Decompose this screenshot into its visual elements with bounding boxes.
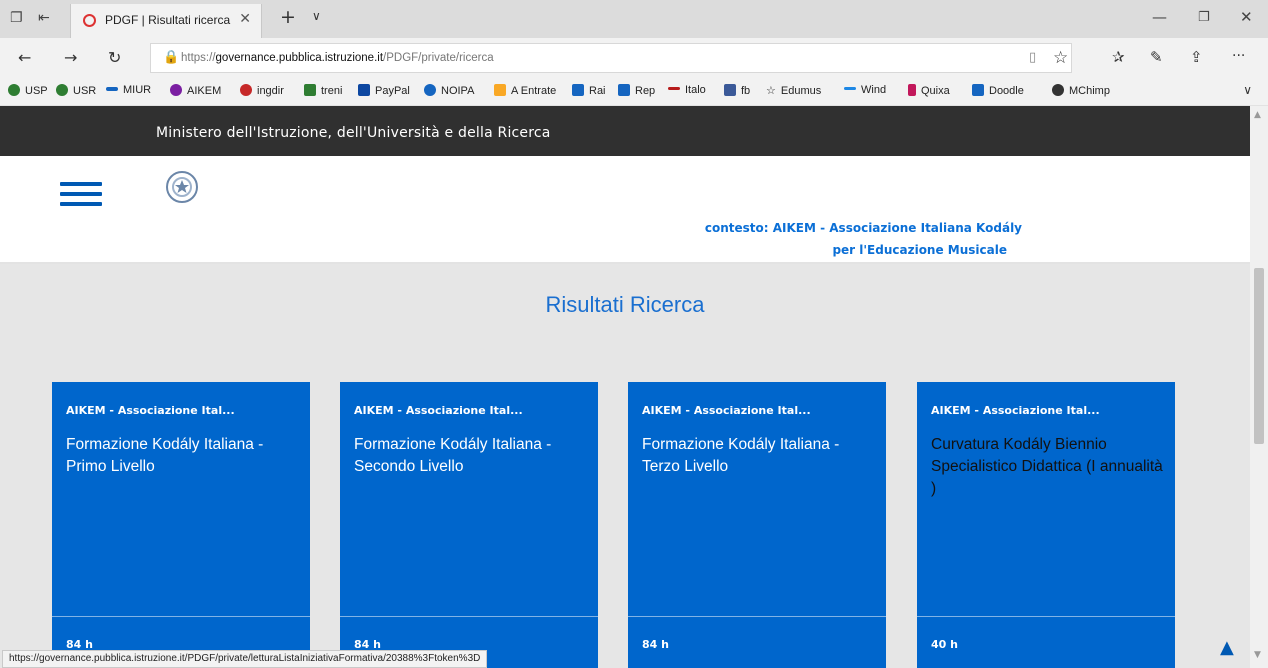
pen-icon[interactable]: ✎ (1150, 48, 1163, 66)
rai-icon (572, 84, 584, 96)
facebook-icon (724, 84, 736, 96)
close-tab-icon[interactable]: ✕ (239, 11, 251, 27)
treni-icon (304, 84, 316, 96)
card-org: AIKEM - Associazione Ital... (642, 404, 811, 417)
result-card[interactable]: AIKEM - Associazione Ital... Formazione … (52, 382, 310, 668)
favorite-doodle[interactable]: Doodle (972, 84, 1024, 97)
scroll-down-icon[interactable]: ▼ (1254, 650, 1261, 660)
favorite-star-icon[interactable]: ☆ (1053, 48, 1068, 68)
favorite-rep[interactable]: Rep (618, 84, 655, 97)
card-org: AIKEM - Associazione Ital... (931, 404, 1100, 417)
back-icon[interactable]: ← (18, 48, 31, 67)
lock-icon: 🔒 (163, 50, 180, 65)
miur-icon (106, 87, 118, 91)
favorites-bar: USP USR MIUR AIKEM ingdir treni PayPal N… (0, 78, 1268, 106)
quixa-icon (908, 84, 916, 96)
share-icon[interactable]: ⇪ (1190, 48, 1203, 66)
set-aside-tabs-icon[interactable]: ⇤ (38, 10, 50, 26)
navigation-bar: ← → ↻ 🔒 https://governance.pubblica.istr… (0, 38, 1268, 78)
close-window-icon[interactable]: ✕ (1240, 8, 1253, 26)
card-title[interactable]: Curvatura Kodály Biennio Specialistico D… (931, 434, 1163, 500)
site-header: contesto: AIKEM - Associazione Italiana … (0, 156, 1250, 264)
contesto-line-1: contesto: AIKEM - Associazione Italiana … (704, 221, 1022, 235)
card-divider (917, 616, 1175, 617)
card-title[interactable]: Formazione Kodály Italiana - Secondo Liv… (354, 434, 586, 478)
card-title[interactable]: Formazione Kodály Italiana - Primo Livel… (66, 434, 298, 478)
scroll-to-top-icon[interactable]: ▲ (1220, 637, 1234, 658)
reading-view-icon[interactable]: ▯ (1029, 50, 1036, 65)
active-tab[interactable]: PDGF | Risultati ricerca ✕ (70, 4, 262, 38)
tab-actions-icon[interactable]: ❐ (10, 10, 23, 26)
favorites-hub-icon[interactable]: ✰ (1112, 48, 1125, 66)
address-url: https://governance.pubblica.istruzione.i… (181, 52, 494, 64)
favorite-usr[interactable]: USR (56, 84, 96, 97)
favorite-mchimp[interactable]: MChimp (1052, 84, 1110, 97)
status-bar-url: https://governance.pubblica.istruzione.i… (2, 650, 488, 668)
favorite-treni[interactable]: treni (304, 84, 342, 97)
republic-emblem-icon (166, 171, 198, 203)
tab-favicon-icon (83, 14, 96, 27)
usp-icon (8, 84, 20, 96)
card-title[interactable]: Formazione Kodály Italiana - Terzo Livel… (642, 434, 874, 478)
favorite-noipa[interactable]: NOIPA (424, 84, 474, 97)
contesto-line-2: per l'Educazione Musicale (832, 243, 1007, 257)
card-divider (52, 616, 310, 617)
star-icon: ☆ (766, 85, 776, 97)
scroll-up-icon[interactable]: ▲ (1254, 110, 1261, 120)
result-card[interactable]: AIKEM - Associazione Ital... Formazione … (628, 382, 886, 668)
favorite-quixa[interactable]: Quixa (908, 84, 950, 97)
card-org: AIKEM - Associazione Ital... (66, 404, 235, 417)
favorite-ingdir[interactable]: ingdir (240, 84, 284, 97)
favorite-paypal[interactable]: PayPal (358, 84, 410, 97)
hamburger-menu-icon[interactable] (60, 182, 102, 206)
tab-title: PDGF | Risultati ricerca (105, 13, 231, 27)
results-section: Risultati Ricerca AIKEM - Associazione I… (0, 264, 1250, 668)
mailchimp-icon (1052, 84, 1064, 96)
tab-list-chevron-icon[interactable]: ∨ (312, 9, 321, 23)
card-org: AIKEM - Associazione Ital... (354, 404, 523, 417)
result-card[interactable]: AIKEM - Associazione Ital... Curvatura K… (917, 382, 1175, 668)
favorite-edumus[interactable]: ☆ Edumus (766, 84, 821, 97)
card-divider (340, 616, 598, 617)
paypal-icon (358, 84, 370, 96)
scrollbar-thumb[interactable] (1254, 268, 1264, 444)
more-icon[interactable]: ··· (1232, 48, 1245, 64)
refresh-icon[interactable]: ↻ (108, 48, 121, 67)
favorite-miur[interactable]: MIUR (106, 84, 151, 96)
forward-icon[interactable]: → (64, 48, 77, 67)
ministry-name: Ministero dell'Istruzione, dell'Universi… (156, 125, 551, 141)
card-hours: 84 h (642, 638, 669, 651)
favorite-entrate[interactable]: A Entrate (494, 84, 556, 97)
italo-icon (668, 87, 680, 90)
music-note-icon (170, 84, 182, 96)
address-bar[interactable]: 🔒 https://governance.pubblica.istruzione… (150, 43, 1072, 73)
card-divider (628, 616, 886, 617)
page-title: Risultati Ricerca (545, 292, 705, 317)
tab-bar: ❐ ⇤ PDGF | Risultati ricerca ✕ + ∨ — ❐ ✕ (0, 0, 1268, 38)
favorite-fb[interactable]: fb (724, 84, 750, 97)
card-hours: 40 h (931, 638, 958, 651)
result-card[interactable]: AIKEM - Associazione Ital... Formazione … (340, 382, 598, 668)
favorites-overflow-chevron-icon[interactable]: ∨ (1243, 83, 1252, 97)
doodle-icon (972, 84, 984, 96)
page-scrollbar[interactable]: ▲ ▼ (1250, 106, 1268, 668)
favorite-italo[interactable]: Italo (668, 84, 706, 96)
rep-icon (618, 84, 630, 96)
usr-icon (56, 84, 68, 96)
favorite-usp[interactable]: USP (8, 84, 48, 97)
noipa-icon (424, 84, 436, 96)
new-tab-icon[interactable]: + (280, 6, 296, 28)
wind-icon (844, 87, 856, 90)
ministry-band: Ministero dell'Istruzione, dell'Universi… (0, 106, 1250, 156)
entrate-icon (494, 84, 506, 96)
minimize-icon[interactable]: — (1152, 8, 1167, 26)
favorite-aikem[interactable]: AIKEM (170, 84, 221, 97)
ingdir-icon (240, 84, 252, 96)
favorite-rai[interactable]: Rai (572, 84, 606, 97)
restore-icon[interactable]: ❐ (1198, 10, 1210, 25)
favorite-wind[interactable]: Wind (844, 84, 886, 96)
